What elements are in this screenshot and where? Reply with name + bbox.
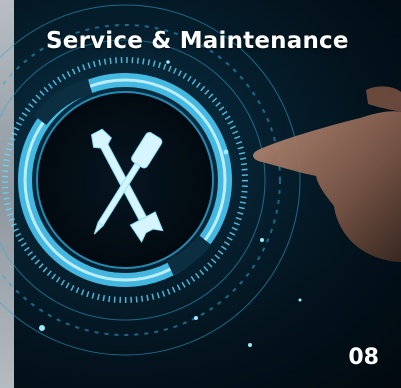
card-title: Service & Maintenance	[46, 28, 349, 54]
holographic-dial-illustration	[0, 4, 401, 356]
card-number: 08	[348, 345, 379, 370]
pointing-hand	[253, 86, 401, 262]
service-maintenance-card[interactable]: Service & Maintenance 08	[0, 0, 401, 388]
